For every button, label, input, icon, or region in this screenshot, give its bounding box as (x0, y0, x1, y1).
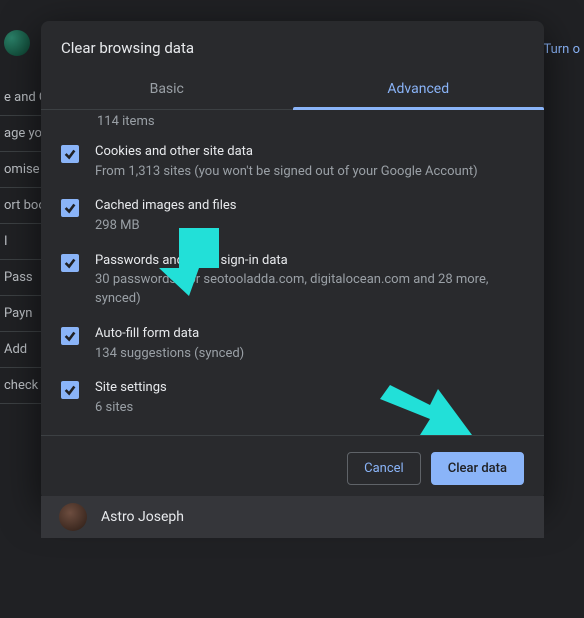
tab-basic[interactable]: Basic (41, 71, 293, 109)
checkbox-cookies[interactable] (61, 145, 79, 163)
option-subtitle: 298 MB (95, 217, 524, 236)
option-passwords: Passwords and other sign-in data 30 pass… (61, 244, 524, 317)
truncated-previous-item: 114 items (61, 110, 524, 135)
option-title: Auto-fill form data (95, 325, 524, 343)
option-autofill: Auto-fill form data 134 suggestions (syn… (61, 317, 524, 371)
turn-on-sync-link[interactable]: Turn o (539, 38, 584, 61)
option-title: Cookies and other site data (95, 143, 524, 161)
avatar (59, 503, 87, 531)
clear-data-button[interactable]: Clear data (431, 452, 524, 485)
profile-avatar-small (4, 30, 30, 56)
tab-advanced[interactable]: Advanced (293, 71, 545, 109)
cancel-button[interactable]: Cancel (347, 452, 421, 485)
dialog-tabs: Basic Advanced (41, 71, 544, 110)
checkbox-cached[interactable] (61, 199, 79, 217)
clear-browsing-data-dialog: Clear browsing data Basic Advanced 114 i… (41, 21, 544, 501)
user-strip[interactable]: Astro Joseph (41, 496, 544, 538)
option-subtitle: 134 suggestions (synced) (95, 345, 524, 364)
option-site-settings: Site settings 6 sites (61, 371, 524, 425)
option-subtitle: 30 passwords (for seotooladda.com, digit… (95, 271, 524, 309)
checkbox-passwords[interactable] (61, 254, 79, 272)
option-cookies: Cookies and other site data From 1,313 s… (61, 135, 524, 189)
user-name: Astro Joseph (101, 509, 184, 525)
option-title: Passwords and other sign-in data (95, 252, 524, 270)
option-hosted-app: Hosted app data 2 apps (SpeechTexter, We… (61, 426, 524, 435)
checkbox-site-settings[interactable] (61, 381, 79, 399)
checkbox-autofill[interactable] (61, 327, 79, 345)
dialog-title: Clear browsing data (41, 21, 544, 71)
option-title: Cached images and files (95, 197, 524, 215)
option-title: Site settings (95, 379, 524, 397)
option-cached: Cached images and files 298 MB (61, 189, 524, 243)
dialog-actions: Cancel Clear data (41, 435, 544, 501)
option-subtitle: From 1,313 sites (you won't be signed ou… (95, 163, 524, 182)
option-subtitle: 6 sites (95, 399, 524, 418)
dialog-content: 114 items Cookies and other site data Fr… (41, 110, 544, 435)
